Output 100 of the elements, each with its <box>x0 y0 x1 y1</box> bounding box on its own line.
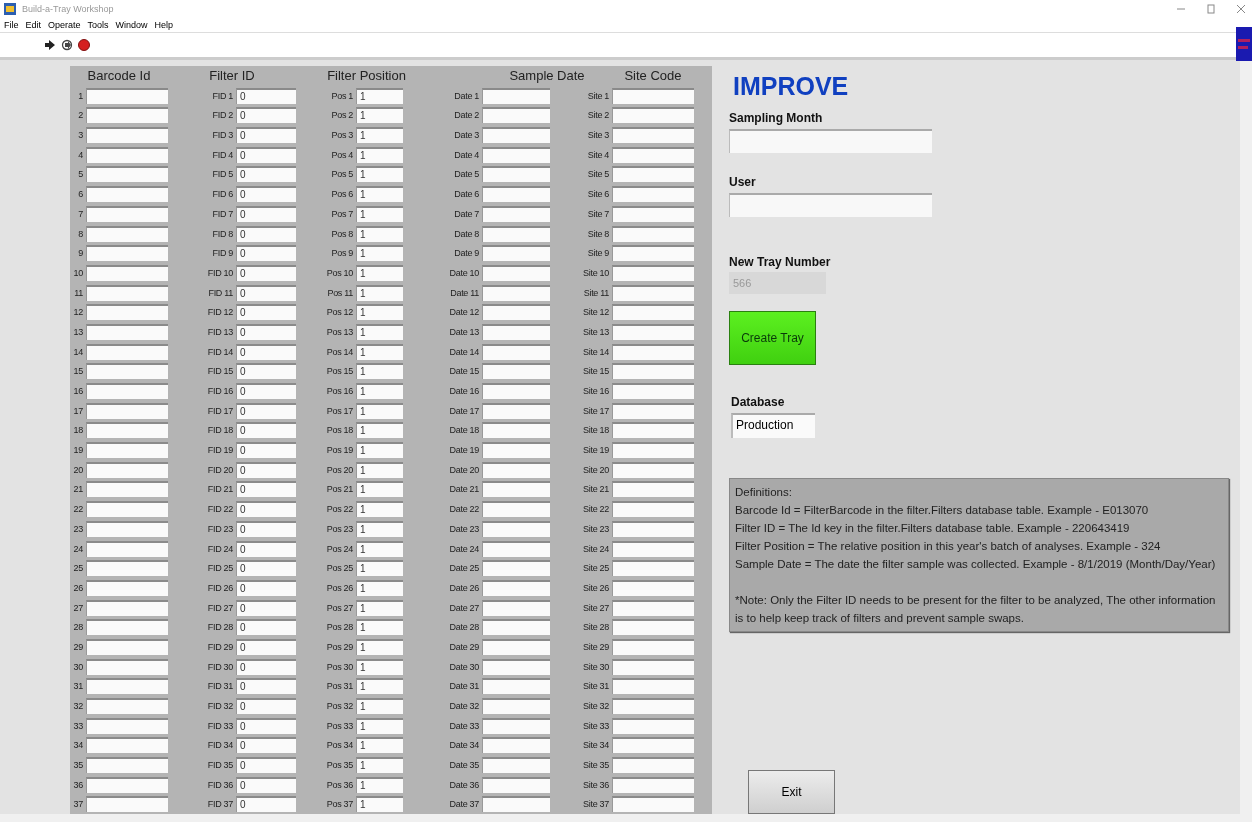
date-field[interactable] <box>482 422 550 439</box>
date-field[interactable] <box>482 579 550 596</box>
site-field[interactable] <box>612 442 694 459</box>
date-field[interactable] <box>482 796 550 813</box>
position-field[interactable]: 1 <box>356 186 403 203</box>
date-field[interactable] <box>482 323 550 340</box>
date-field[interactable] <box>482 87 550 104</box>
filter-id-field[interactable]: 0 <box>236 166 296 183</box>
date-field[interactable] <box>482 619 550 636</box>
barcode-field[interactable] <box>86 264 168 281</box>
site-field[interactable] <box>612 796 694 813</box>
filter-id-field[interactable]: 0 <box>236 363 296 380</box>
barcode-field[interactable] <box>86 658 168 675</box>
barcode-field[interactable] <box>86 363 168 380</box>
barcode-field[interactable] <box>86 579 168 596</box>
barcode-field[interactable] <box>86 304 168 321</box>
date-field[interactable] <box>482 107 550 124</box>
site-field[interactable] <box>612 619 694 636</box>
position-field[interactable]: 1 <box>356 383 403 399</box>
position-field[interactable]: 1 <box>356 560 403 577</box>
menu-item[interactable]: Operate <box>48 20 81 30</box>
date-field[interactable] <box>482 264 550 281</box>
barcode-field[interactable] <box>86 717 168 734</box>
position-field[interactable]: 1 <box>356 619 403 636</box>
position-field[interactable]: 1 <box>356 520 403 537</box>
exit-button[interactable]: Exit <box>748 770 835 814</box>
position-field[interactable]: 1 <box>356 284 403 301</box>
filter-id-field[interactable]: 0 <box>236 481 296 498</box>
site-field[interactable] <box>612 579 694 596</box>
barcode-field[interactable] <box>86 442 168 459</box>
menu-item[interactable]: Tools <box>87 20 109 30</box>
position-field[interactable]: 1 <box>356 658 403 675</box>
barcode-field[interactable] <box>86 107 168 124</box>
barcode-field[interactable] <box>86 186 168 203</box>
filter-id-field[interactable]: 0 <box>236 560 296 577</box>
position-field[interactable]: 1 <box>356 461 403 478</box>
site-field[interactable] <box>612 717 694 734</box>
barcode-field[interactable] <box>86 127 168 144</box>
filter-id-field[interactable]: 0 <box>236 579 296 596</box>
site-field[interactable] <box>612 363 694 380</box>
date-field[interactable] <box>482 638 550 655</box>
barcode-field[interactable] <box>86 343 168 360</box>
date-field[interactable] <box>482 442 550 459</box>
site-field[interactable] <box>612 422 694 439</box>
date-field[interactable] <box>482 363 550 380</box>
filter-id-field[interactable]: 0 <box>236 284 296 301</box>
date-field[interactable] <box>482 481 550 498</box>
site-field[interactable] <box>612 166 694 183</box>
barcode-field[interactable] <box>86 560 168 577</box>
barcode-field[interactable] <box>86 422 168 439</box>
barcode-field[interactable] <box>86 540 168 557</box>
filter-id-field[interactable]: 0 <box>236 442 296 459</box>
barcode-field[interactable] <box>86 402 168 419</box>
position-field[interactable]: 1 <box>356 422 403 439</box>
position-field[interactable]: 1 <box>356 245 403 262</box>
position-field[interactable]: 1 <box>356 205 403 222</box>
position-field[interactable]: 1 <box>356 717 403 734</box>
barcode-field[interactable] <box>86 383 168 399</box>
site-field[interactable] <box>612 638 694 655</box>
site-field[interactable] <box>612 737 694 754</box>
date-field[interactable] <box>482 776 550 793</box>
date-field[interactable] <box>482 402 550 419</box>
menu-item[interactable]: Window <box>115 20 148 30</box>
position-field[interactable]: 1 <box>356 599 403 616</box>
filter-id-field[interactable]: 0 <box>236 323 296 340</box>
filter-id-field[interactable]: 0 <box>236 87 296 104</box>
position-field[interactable]: 1 <box>356 638 403 655</box>
date-field[interactable] <box>482 737 550 754</box>
close-icon[interactable] <box>1236 4 1246 14</box>
filter-id-field[interactable]: 0 <box>236 245 296 262</box>
site-field[interactable] <box>612 560 694 577</box>
position-field[interactable]: 1 <box>356 796 403 813</box>
date-field[interactable] <box>482 245 550 262</box>
position-field[interactable]: 1 <box>356 698 403 714</box>
filter-id-field[interactable]: 0 <box>236 422 296 439</box>
barcode-field[interactable] <box>86 796 168 813</box>
date-field[interactable] <box>482 343 550 360</box>
run-continuous-icon[interactable] <box>61 39 73 51</box>
position-field[interactable]: 1 <box>356 737 403 754</box>
filter-id-field[interactable]: 0 <box>236 225 296 242</box>
filter-id-field[interactable]: 0 <box>236 127 296 144</box>
date-field[interactable] <box>482 205 550 222</box>
position-field[interactable]: 1 <box>356 323 403 340</box>
date-field[interactable] <box>482 599 550 616</box>
site-field[interactable] <box>612 205 694 222</box>
filter-id-field[interactable]: 0 <box>236 776 296 793</box>
barcode-field[interactable] <box>86 776 168 793</box>
date-field[interactable] <box>482 560 550 577</box>
position-field[interactable]: 1 <box>356 776 403 793</box>
date-field[interactable] <box>482 658 550 675</box>
position-field[interactable]: 1 <box>356 363 403 380</box>
position-field[interactable]: 1 <box>356 87 403 104</box>
filter-id-field[interactable]: 0 <box>236 619 296 636</box>
position-field[interactable]: 1 <box>356 501 403 518</box>
site-field[interactable] <box>612 481 694 498</box>
date-field[interactable] <box>482 757 550 774</box>
menu-item[interactable]: Help <box>154 20 174 30</box>
date-field[interactable] <box>482 461 550 478</box>
restore-icon[interactable] <box>1206 4 1216 14</box>
barcode-field[interactable] <box>86 520 168 537</box>
